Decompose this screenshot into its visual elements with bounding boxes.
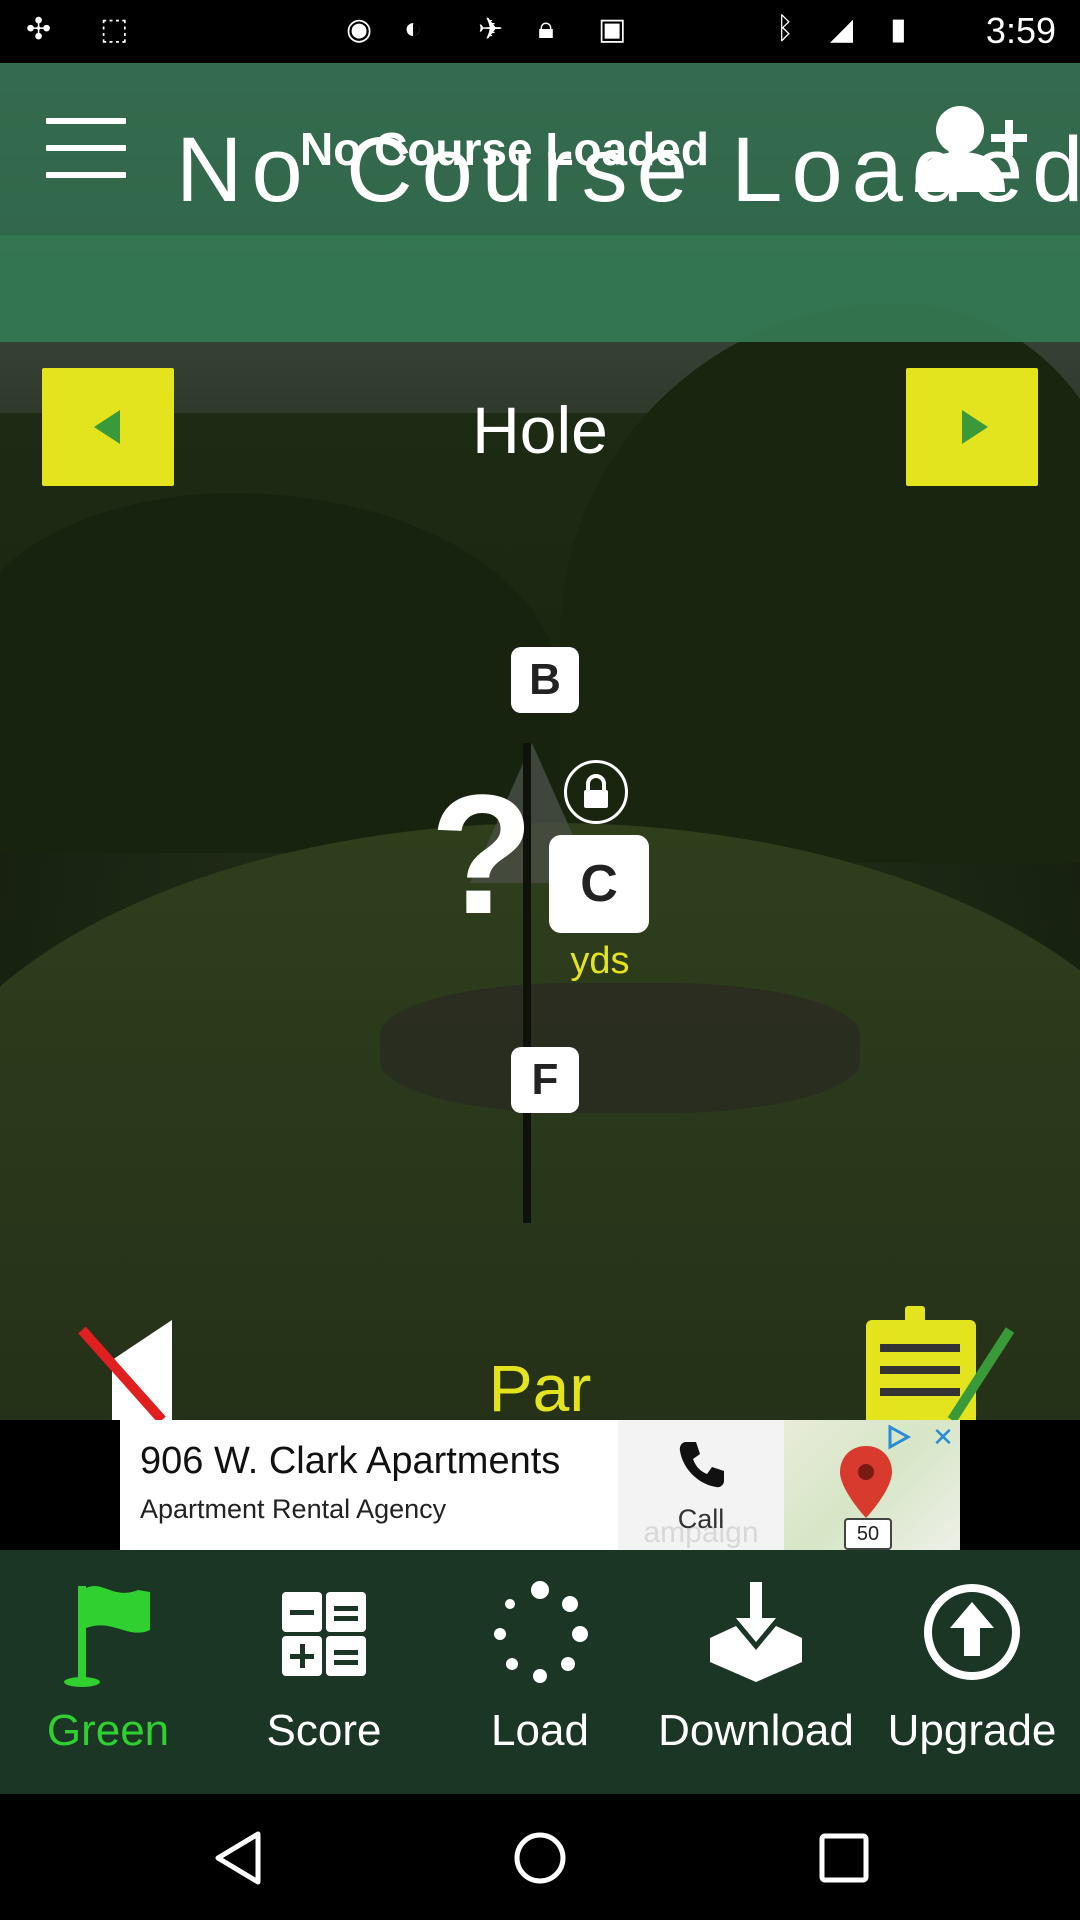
tab-upgrade-label: Upgrade: [887, 1706, 1057, 1755]
status-bar: ✣ ⬚ ◉ ◐ ✈ 🔒︎ ▣ ᛒ ◢ ▮ 3:59: [0, 0, 1080, 63]
arrow-left-icon: [94, 410, 120, 444]
next-hole-button[interactable]: [906, 368, 1038, 486]
sync-icon: ◉: [346, 13, 373, 46]
course-title: No Course Loaded: [300, 123, 709, 175]
tab-score-label: Score: [266, 1706, 382, 1755]
phone-icon: [679, 1442, 724, 1488]
ad-banner[interactable]: 906 W. Clark Apartments Apartment Rental…: [120, 1420, 960, 1550]
bottom-tab-bar: Green Score Load Download Upgrade: [0, 1550, 1080, 1794]
route-badge: 50: [844, 1518, 892, 1550]
center-marker[interactable]: C: [549, 835, 649, 933]
adchoices-icon[interactable]: [884, 1424, 914, 1450]
ad-subtitle: Apartment Rental Agency: [140, 1494, 447, 1524]
status-time: 3:59: [985, 10, 1056, 51]
signal-icon: ◢: [830, 13, 854, 46]
par-label: Par: [488, 1351, 592, 1425]
system-navigation-bar: [0, 1794, 1080, 1920]
download-icon: [706, 1578, 806, 1688]
mute-icon[interactable]: [72, 1310, 192, 1420]
ad-call-button[interactable]: ampaign Call: [618, 1420, 784, 1550]
front-marker[interactable]: F: [511, 1047, 579, 1113]
tab-download[interactable]: Download: [648, 1550, 864, 1794]
tab-load[interactable]: Load: [432, 1550, 648, 1794]
calculator-icon: [274, 1578, 374, 1688]
loading-dots-icon: [490, 1578, 590, 1688]
lock-icon[interactable]: [564, 760, 628, 824]
fan-notification-icon: ✣: [26, 13, 52, 46]
lock-icon: 🔒︎: [538, 12, 554, 45]
ad-close-icon[interactable]: ✕: [930, 1424, 956, 1450]
home-icon[interactable]: [512, 1830, 568, 1886]
distance-unit: yds: [570, 940, 630, 982]
ad-title[interactable]: 906 W. Clark Apartments: [140, 1440, 560, 1483]
arrow-right-icon: [962, 410, 988, 444]
battery-icon: ▮: [890, 13, 907, 46]
distance-value: ?: [430, 760, 534, 950]
tab-load-label: Load: [491, 1706, 589, 1755]
previous-hole-button[interactable]: [42, 368, 174, 486]
add-user-icon[interactable]: [905, 100, 1035, 196]
hamburger-menu-icon[interactable]: [46, 118, 126, 178]
tab-green-label: Green: [46, 1706, 170, 1755]
android-icon: ▣: [598, 13, 627, 46]
satellite-icon: ✈: [478, 13, 504, 46]
back-marker[interactable]: B: [511, 647, 579, 713]
upgrade-arrow-icon: [922, 1578, 1022, 1688]
map-pin-icon: [840, 1446, 892, 1518]
tab-upgrade[interactable]: Upgrade: [864, 1550, 1080, 1794]
media-icon: ⬚: [100, 13, 129, 46]
flag-icon: [58, 1578, 158, 1688]
bluetooth-icon: ᛒ: [776, 12, 794, 45]
header-band: [0, 235, 1080, 342]
recents-icon[interactable]: [818, 1832, 870, 1884]
sync-icon-2: ◐: [404, 12, 423, 45]
ad-call-label: Call: [677, 1504, 725, 1534]
tab-download-label: Download: [658, 1706, 854, 1755]
hole-label: Hole: [472, 393, 608, 467]
scorecard-icon[interactable]: [860, 1300, 1020, 1420]
tab-green[interactable]: Green: [0, 1550, 216, 1794]
tab-score[interactable]: Score: [216, 1550, 432, 1794]
back-icon[interactable]: [212, 1830, 264, 1886]
